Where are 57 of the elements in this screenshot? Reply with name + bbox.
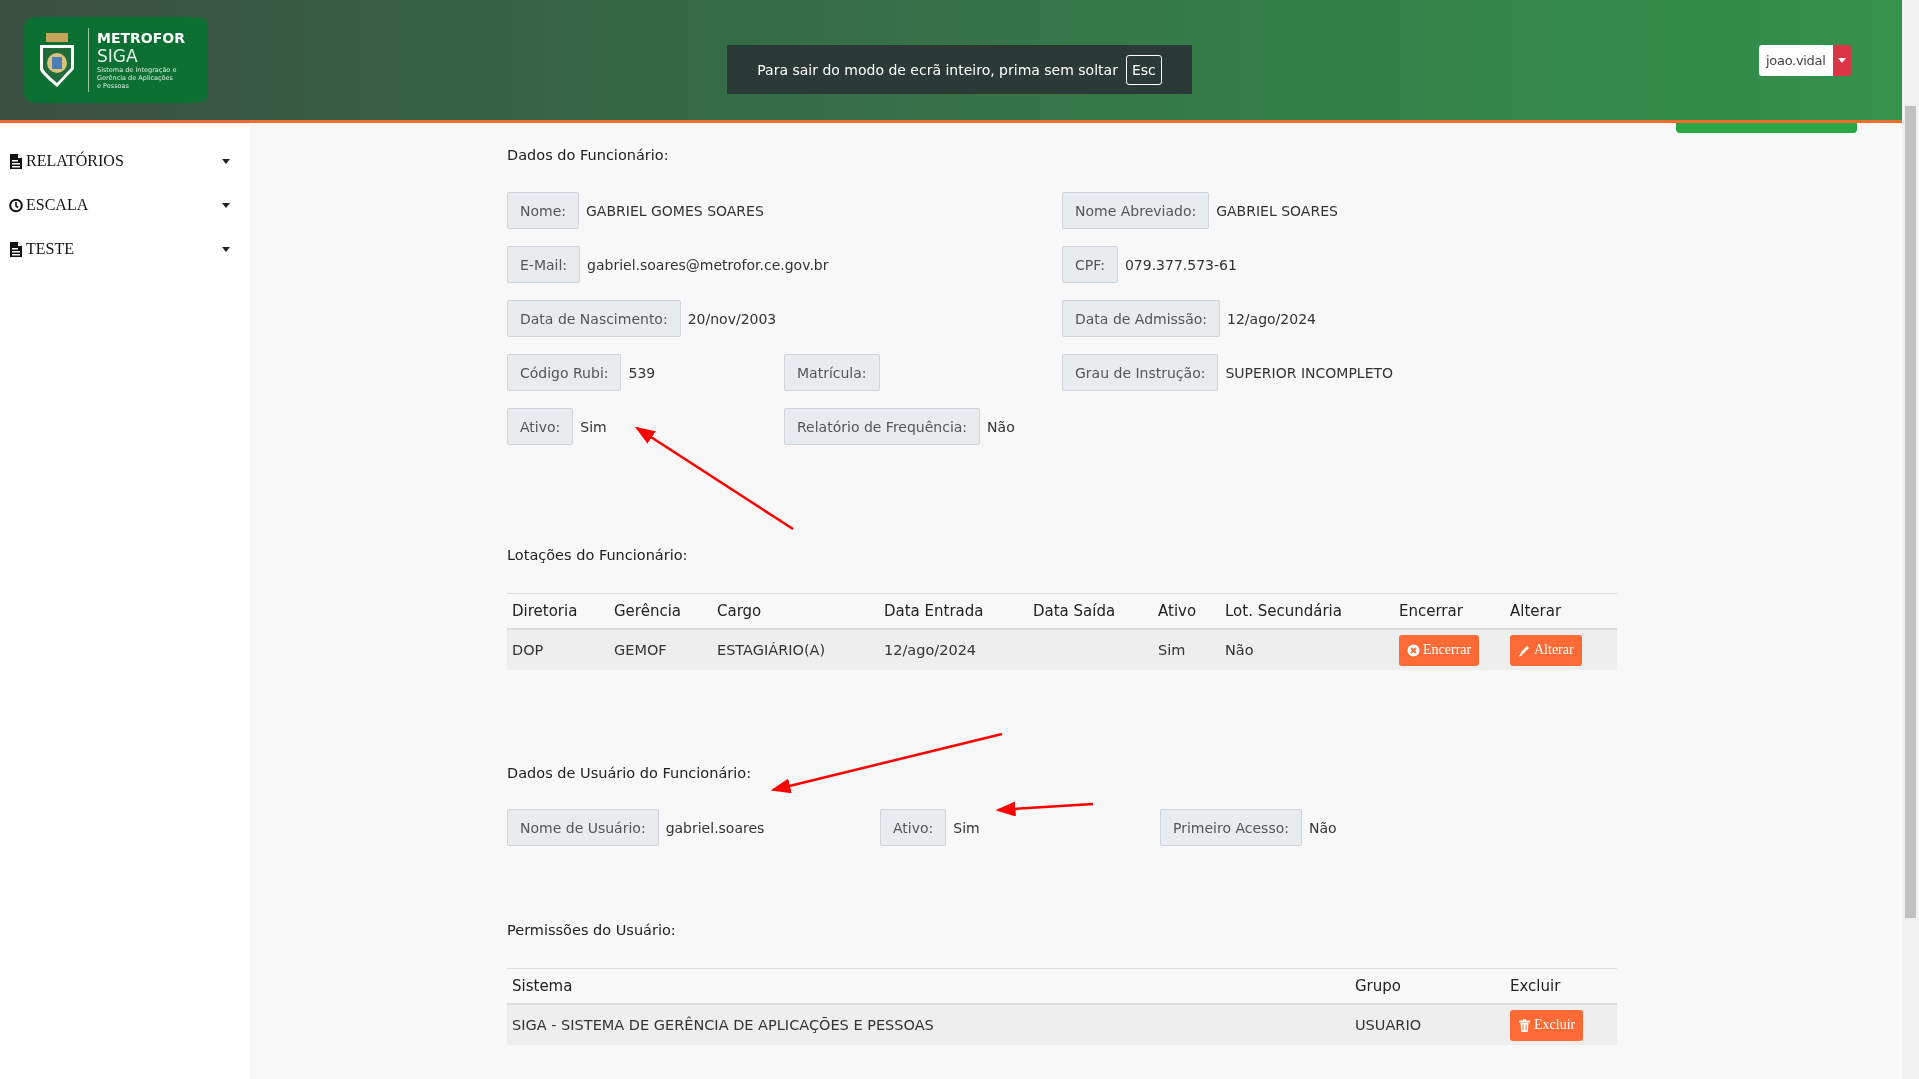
field-label: Relatório de Frequência: [784, 408, 981, 445]
table-cell: Não [1220, 629, 1394, 670]
field-value: 12/ago/2024 [1226, 310, 1316, 327]
field-value: Sim [952, 819, 980, 836]
field-value: GABRIEL SOARES [1215, 202, 1338, 219]
field-label: Ativo: [880, 809, 947, 846]
section-title: Lotações do Funcionário: [507, 546, 689, 565]
caret-icon [222, 158, 230, 164]
key-hint: Esc [1125, 54, 1162, 85]
table-cell: ESTAGIÁRIO(A) [712, 629, 879, 670]
field-label: CPF: [1062, 246, 1118, 283]
notice-text: Para sair do modo de ecrã inteiro, prima sem soltar [757, 61, 1118, 78]
field-value: gabriel.soares@metrofor.ce.gov.br [586, 256, 829, 273]
section-title: Dados do Funcionário: [507, 146, 670, 165]
field-label: Ativo: [507, 408, 574, 445]
field-value: 539 [627, 364, 656, 381]
table-cell: DOP [507, 629, 609, 670]
field-value: gabriel.soares [664, 819, 765, 836]
field-value: GABRIEL GOMES SOARES [585, 202, 764, 219]
field-value: SUPERIOR INCOMPLETO [1224, 364, 1394, 381]
table-cell: Sim [1153, 629, 1220, 670]
field-value: Não [1307, 819, 1337, 836]
close-icon [1407, 643, 1420, 657]
logo-brand: METROFOR [97, 30, 185, 46]
field-label: Nome Abreviado: [1062, 192, 1210, 229]
document-icon [9, 153, 23, 169]
field-label: Código Rubi: [507, 354, 622, 391]
caret-icon [222, 246, 230, 252]
table-cell: 12/ago/2024 [879, 629, 1028, 670]
logo-product: SIGA [97, 46, 139, 66]
sidebar-item[interactable]: TESTE [0, 227, 250, 271]
table-cell: USUARIO [1350, 1004, 1505, 1045]
document-icon [9, 241, 23, 257]
table-cell: SIGA - SISTEMA DE GERÊNCIA DE APLICAÇÕES E PESSOAS [507, 1004, 1350, 1045]
sidebar-item[interactable]: ESCALA [0, 183, 250, 227]
field-label: Nome de Usuário: [507, 809, 659, 846]
user-menu-button[interactable]: joao.vidal [1759, 45, 1833, 76]
field-label: Nome: [507, 192, 579, 229]
field-value: 079.377.573-61 [1123, 256, 1237, 273]
field-value: 20/nov/2003 [686, 310, 777, 327]
trash-icon [1518, 1018, 1531, 1032]
caret-icon [1837, 58, 1846, 63]
field-label: E-Mail: [507, 246, 581, 283]
caret-icon [222, 202, 230, 208]
pencil-icon [1518, 643, 1531, 657]
field-label: Matrícula: [784, 354, 880, 391]
field-label: Data de Admissão: [1062, 300, 1221, 337]
field-value: Sim [579, 418, 607, 435]
table-cell: GEMOF [609, 629, 712, 670]
field-label: Data de Nascimento: [507, 300, 681, 337]
section-title: Dados de Usuário do Funcionário: [507, 764, 753, 783]
field-label: Primeiro Acesso: [1160, 809, 1302, 846]
section-title: Permissões do Usuário: [507, 921, 677, 940]
clock-icon [9, 197, 23, 213]
field-value: Não [986, 418, 1015, 435]
field-label: Grau de Instrução: [1062, 354, 1219, 391]
sidebar-item[interactable]: RELATÓRIOS [0, 139, 250, 183]
